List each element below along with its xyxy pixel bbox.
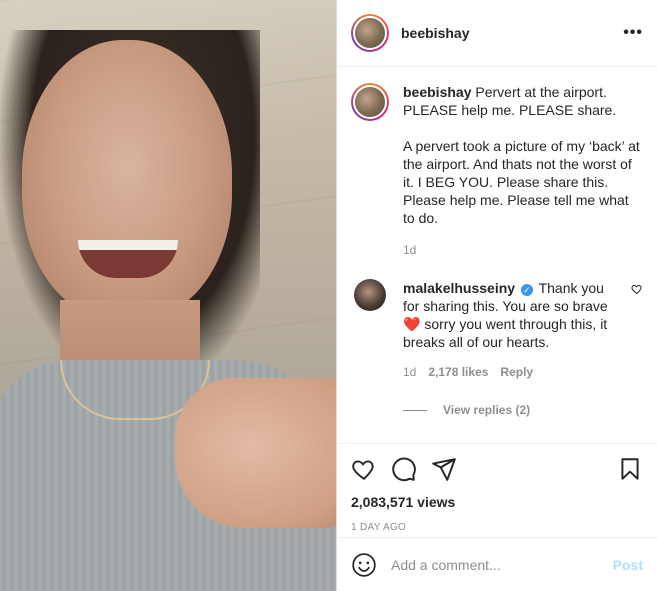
caption-avatar[interactable]: [351, 83, 389, 121]
caption: beebishay Pervert at the airport. PLEASE…: [351, 83, 643, 259]
caption-username[interactable]: beebishay: [403, 84, 471, 100]
action-icons: [351, 454, 643, 484]
view-replies-label[interactable]: View replies (2): [443, 403, 530, 417]
comments-section: beebishay Pervert at the airport. PLEASE…: [337, 67, 657, 443]
add-comment-bar: Post: [337, 537, 657, 591]
caption-body: beebishay Pervert at the airport. PLEASE…: [403, 83, 643, 259]
avatar-image: [353, 16, 387, 50]
video-subject-face: [22, 40, 232, 320]
post-sidebar: beebishay ••• beebishay Pervert at the a…: [337, 0, 657, 591]
red-heart-emoji: ❤️: [403, 316, 421, 332]
caption-meta: 1d: [403, 241, 643, 259]
reply-button[interactable]: Reply: [500, 363, 533, 381]
emoji-icon[interactable]: [351, 552, 377, 578]
caption-text: Pervert at the airport. PLEASE help me. …: [403, 84, 640, 226]
comment-username[interactable]: malakelhusseiny: [403, 280, 515, 296]
comment-likes[interactable]: 2,178 likes: [428, 363, 488, 381]
profile-avatar[interactable]: [351, 14, 389, 52]
bookmark-icon[interactable]: [617, 456, 643, 482]
header-username[interactable]: beebishay: [401, 25, 469, 41]
post-header: beebishay •••: [337, 0, 657, 67]
post-button[interactable]: Post: [613, 557, 643, 573]
comment-meta: 1d 2,178 likes Reply: [403, 363, 623, 381]
post-video[interactable]: [0, 0, 336, 591]
caption-time[interactable]: 1d: [403, 241, 416, 259]
view-replies[interactable]: View replies (2): [403, 403, 643, 417]
more-options-icon[interactable]: •••: [623, 24, 643, 42]
action-bar: 2,083,571 views 1 DAY AGO: [337, 443, 657, 533]
caption-text-block: beebishay Pervert at the airport. PLEASE…: [403, 83, 643, 227]
replies-line: [403, 409, 427, 411]
comment-input[interactable]: [391, 556, 613, 573]
verified-icon: ✓: [520, 284, 533, 296]
comment-text-after: sorry you went through this, it breaks a…: [403, 316, 608, 350]
heart-icon[interactable]: [351, 456, 377, 482]
comment-body: malakelhusseiny ✓ Thank you for sharing …: [403, 279, 623, 381]
comment-time[interactable]: 1d: [403, 363, 416, 381]
video-subject-hand: [175, 378, 336, 528]
comment-icon[interactable]: [391, 456, 417, 482]
like-comment-icon[interactable]: [631, 283, 643, 295]
comment-item: malakelhusseiny ✓ Thank you for sharing …: [351, 279, 643, 381]
commenter-avatar[interactable]: [354, 279, 386, 311]
comment-text-block: malakelhusseiny ✓ Thank you for sharing …: [403, 279, 623, 351]
post-time[interactable]: 1 DAY AGO: [351, 522, 643, 533]
post-container: beebishay ••• beebishay Pervert at the a…: [0, 0, 657, 591]
avatar-image: [353, 85, 387, 119]
views-count[interactable]: 2,083,571 views: [351, 494, 643, 510]
share-icon[interactable]: [431, 456, 457, 482]
